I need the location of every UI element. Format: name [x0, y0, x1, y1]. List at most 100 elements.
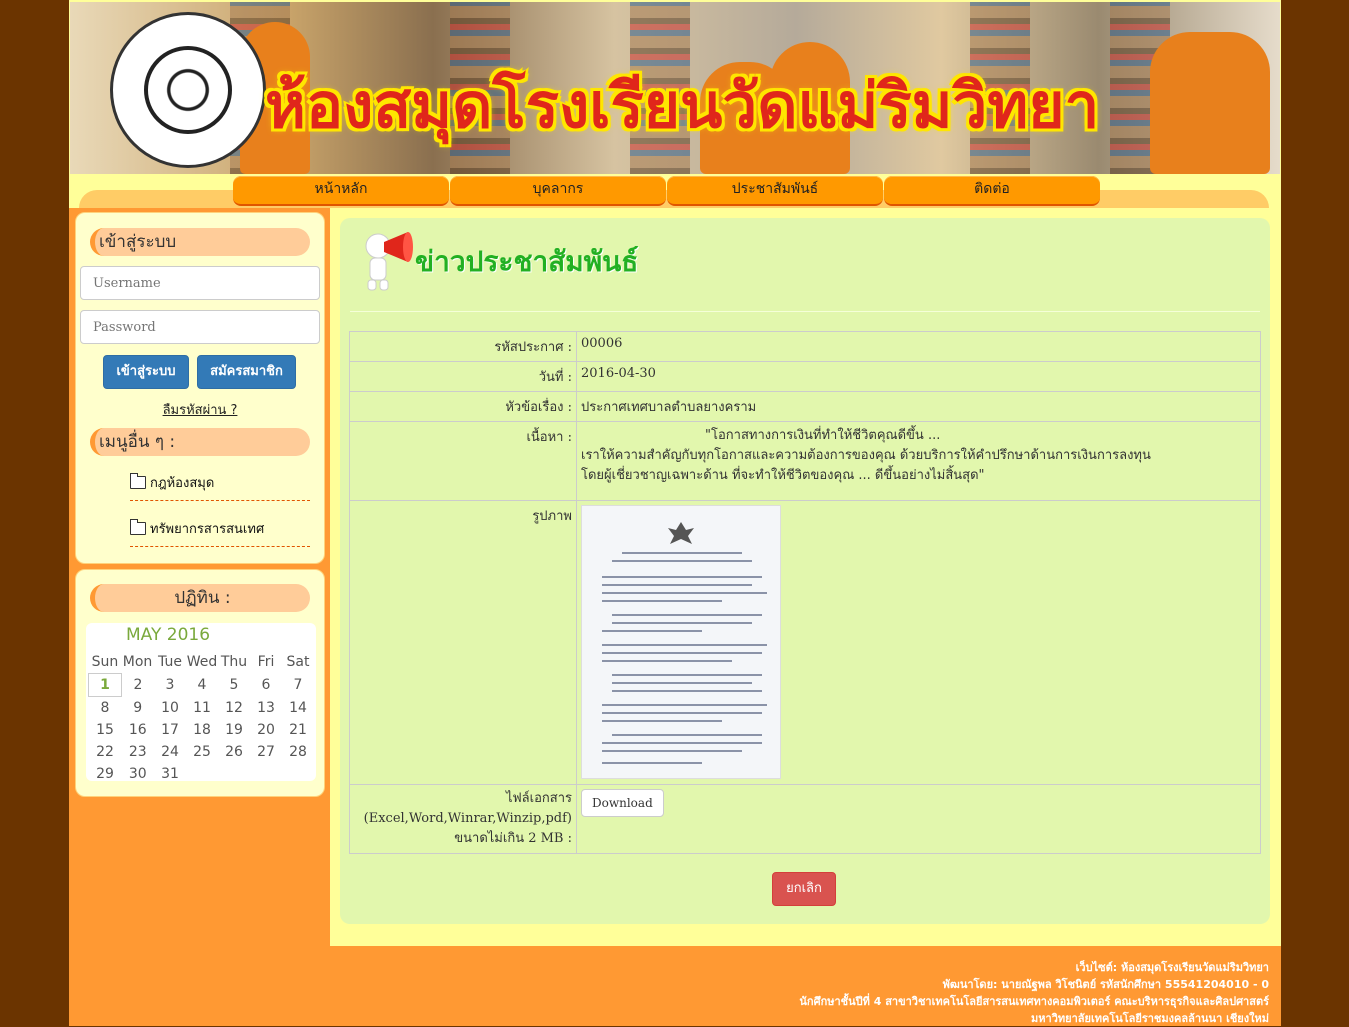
calendar-day[interactable]: 29	[89, 763, 122, 785]
footer-line: นักศึกษาชั้นปีที่ 4 สาขาวิชาเทคโนโลยีสาร…	[799, 995, 1269, 1008]
calendar-day[interactable]: 18	[186, 719, 218, 741]
menu-heading: เมนูอื่น ๆ :	[90, 428, 310, 456]
forgot-password-link[interactable]: ลืมรหัสผ่าน ?	[76, 399, 324, 420]
username-input[interactable]	[80, 266, 320, 300]
calendar-panel: ปฏิทิน : MAY 2016 Sun Mon Tue Wed Thu Fr…	[75, 569, 325, 797]
table-row: ไฟล์เอกสาร (Excel,Word,Winrar,Winzip,pdf…	[349, 784, 1261, 854]
table-row: วันที่ : 2016-04-30	[349, 361, 1261, 392]
calendar-day[interactable]: 2	[122, 674, 155, 697]
image-label: รูปภาพ	[349, 500, 577, 785]
calendar-day[interactable]: 6	[250, 674, 282, 697]
page-wrapper: ห้องสมุดโรงเรียนวัดแม่ริมวิทยา หน้าหลัก …	[69, 0, 1281, 1026]
calendar-day[interactable]: 19	[218, 719, 250, 741]
id-label: รหัสประกาศ :	[349, 331, 577, 362]
content-line: เราให้ความสำคัญกับทุกโอกาสและความต้องการ…	[581, 448, 1151, 463]
garuda-emblem-icon	[668, 522, 694, 544]
id-value: 00006	[576, 331, 1261, 362]
main-nav: หน้าหลัก บุคลากร ประชาสัมพันธ์ ติดต่อ	[233, 176, 1100, 206]
site-title: ห้องสมุดโรงเรียนวัดแม่ริมวิทยา	[265, 69, 1100, 142]
calendar-day[interactable]: 13	[250, 697, 282, 720]
calendar-day[interactable]: 10	[154, 697, 186, 720]
calendar-day[interactable]: 25	[186, 741, 218, 763]
weekday: Tue	[158, 654, 182, 671]
calendar-month: MAY 2016	[126, 625, 211, 645]
calendar-grid: Sun Mon Tue Wed Thu Fri Sat 1 2 3 4 5 6 …	[88, 651, 314, 785]
menu-item-rules[interactable]: กฎห้องสมุด	[130, 470, 310, 501]
cancel-button[interactable]: ยกเลิก	[772, 872, 836, 906]
nav-news[interactable]: ประชาสัมพันธ์	[667, 176, 883, 206]
calendar-day[interactable]: 20	[250, 719, 282, 741]
subject-value: ประกาศเทศบาลตำบลยางคราม	[576, 391, 1261, 422]
login-heading: เข้าสู่ระบบ	[90, 228, 310, 256]
calendar-day[interactable]: 7	[282, 674, 314, 697]
content-line: "โอกาสทางการเงินที่ทำให้ชีวิตคุณดีขึ้น .…	[705, 428, 941, 443]
announcement-image[interactable]	[581, 505, 781, 779]
register-button[interactable]: สมัครสมาชิก	[197, 355, 296, 389]
folder-icon	[130, 473, 146, 489]
weekday: Sun	[91, 654, 119, 670]
weekday: Thu	[220, 654, 248, 671]
date-label: วันที่ :	[349, 361, 577, 392]
password-input[interactable]	[80, 310, 320, 344]
calendar-day[interactable]: 24	[154, 741, 186, 763]
subject-label: หัวข้อเรื่อง :	[349, 391, 577, 422]
calendar-day[interactable]: 14	[282, 697, 314, 720]
weekday: Fri	[257, 654, 275, 671]
footer-line: พัฒนาโดย: นายณัฐพล วิโชนิตย์ รหัสนักศึกษ…	[942, 978, 1269, 991]
calendar-day[interactable]: 11	[186, 697, 218, 720]
image-cell	[576, 500, 1261, 785]
calendar-day[interactable]: 21	[282, 719, 314, 741]
main-content: ข่าวประชาสัมพันธ์ รหัสประกาศ : 00006 วัน…	[330, 208, 1281, 946]
divider	[350, 311, 1260, 312]
download-button[interactable]: Download	[581, 789, 664, 817]
calendar-day[interactable]: 15	[89, 719, 122, 741]
footer: เว็บไซต์: ห้องสมุดโรงเรียนวัดแม่ริมวิทยา…	[69, 946, 1281, 1026]
calendar-day[interactable]: 12	[218, 697, 250, 720]
calendar-day[interactable]: 5	[218, 674, 250, 697]
calendar-day[interactable]: 27	[250, 741, 282, 763]
content-label: เนื้อหา :	[349, 421, 577, 501]
menu-item-resources[interactable]: ทรัพยากรสารสนเทศ	[130, 516, 310, 547]
weekday: Mon	[122, 654, 153, 671]
calendar-day[interactable]: 9	[122, 697, 155, 720]
weekday: Wed	[186, 654, 218, 671]
header-banner: ห้องสมุดโรงเรียนวัดแม่ริมวิทยา	[70, 2, 1280, 174]
calendar-day[interactable]: 23	[122, 741, 155, 763]
table-row: หัวข้อเรื่อง : ประกาศเทศบาลตำบลยางคราม	[349, 391, 1261, 422]
calendar-day[interactable]: 22	[89, 741, 122, 763]
calendar-day[interactable]: 16	[122, 719, 155, 741]
footer-line: เว็บไซต์: ห้องสมุดโรงเรียนวัดแม่ริมวิทยา	[1075, 961, 1269, 974]
calendar: MAY 2016 Sun Mon Tue Wed Thu Fri Sat 1 2…	[86, 623, 316, 782]
nav-contact[interactable]: ติดต่อ	[884, 176, 1100, 206]
login-button[interactable]: เข้าสู่ระบบ	[103, 355, 189, 389]
calendar-day[interactable]: 4	[186, 674, 218, 697]
page-title: ข่าวประชาสัมพันธ์	[415, 245, 639, 278]
calendar-day[interactable]: 31	[154, 763, 186, 785]
school-logo	[110, 12, 266, 168]
calendar-heading: ปฏิทิน :	[90, 584, 310, 612]
file-cell: Download	[576, 784, 1261, 854]
news-detail-table: รหัสประกาศ : 00006 วันที่ : 2016-04-30 ห…	[349, 331, 1261, 854]
folder-icon	[130, 519, 146, 535]
table-row: รหัสประกาศ : 00006	[349, 331, 1261, 362]
footer-line: มหาวิทยาลัยเทคโนโลยีราชมงคลล้านนา เชียงใ…	[1031, 1012, 1269, 1025]
news-panel: ข่าวประชาสัมพันธ์ รหัสประกาศ : 00006 วัน…	[340, 218, 1270, 924]
weekday: Sat	[286, 654, 310, 671]
calendar-day[interactable]: 17	[154, 719, 186, 741]
file-label: ไฟล์เอกสาร (Excel,Word,Winrar,Winzip,pdf…	[349, 784, 577, 854]
calendar-day[interactable]: 28	[282, 741, 314, 763]
date-value: 2016-04-30	[576, 361, 1261, 392]
login-panel: เข้าสู่ระบบ เข้าสู่ระบบ สมัครสมาชิก ลืมร…	[75, 212, 325, 564]
table-row: เนื้อหา : "โอกาสทางการเงินที่ทำให้ชีวิตค…	[349, 421, 1261, 501]
calendar-day[interactable]: 8	[89, 697, 122, 720]
content-line: โดยผู้เชี่ยวชาญเฉพาะด้าน ที่จะทำให้ชีวิต…	[581, 468, 985, 483]
calendar-day[interactable]: 30	[122, 763, 155, 785]
megaphone-icon	[365, 232, 413, 291]
calendar-day[interactable]: 3	[154, 674, 186, 697]
nav-staff[interactable]: บุคลากร	[450, 176, 666, 206]
calendar-day-today[interactable]: 1	[88, 673, 122, 697]
calendar-day[interactable]: 26	[218, 741, 250, 763]
table-row: รูปภาพ	[349, 500, 1261, 785]
nav-home[interactable]: หน้าหลัก	[233, 176, 449, 206]
content-value: "โอกาสทางการเงินที่ทำให้ชีวิตคุณดีขึ้น .…	[576, 421, 1261, 501]
